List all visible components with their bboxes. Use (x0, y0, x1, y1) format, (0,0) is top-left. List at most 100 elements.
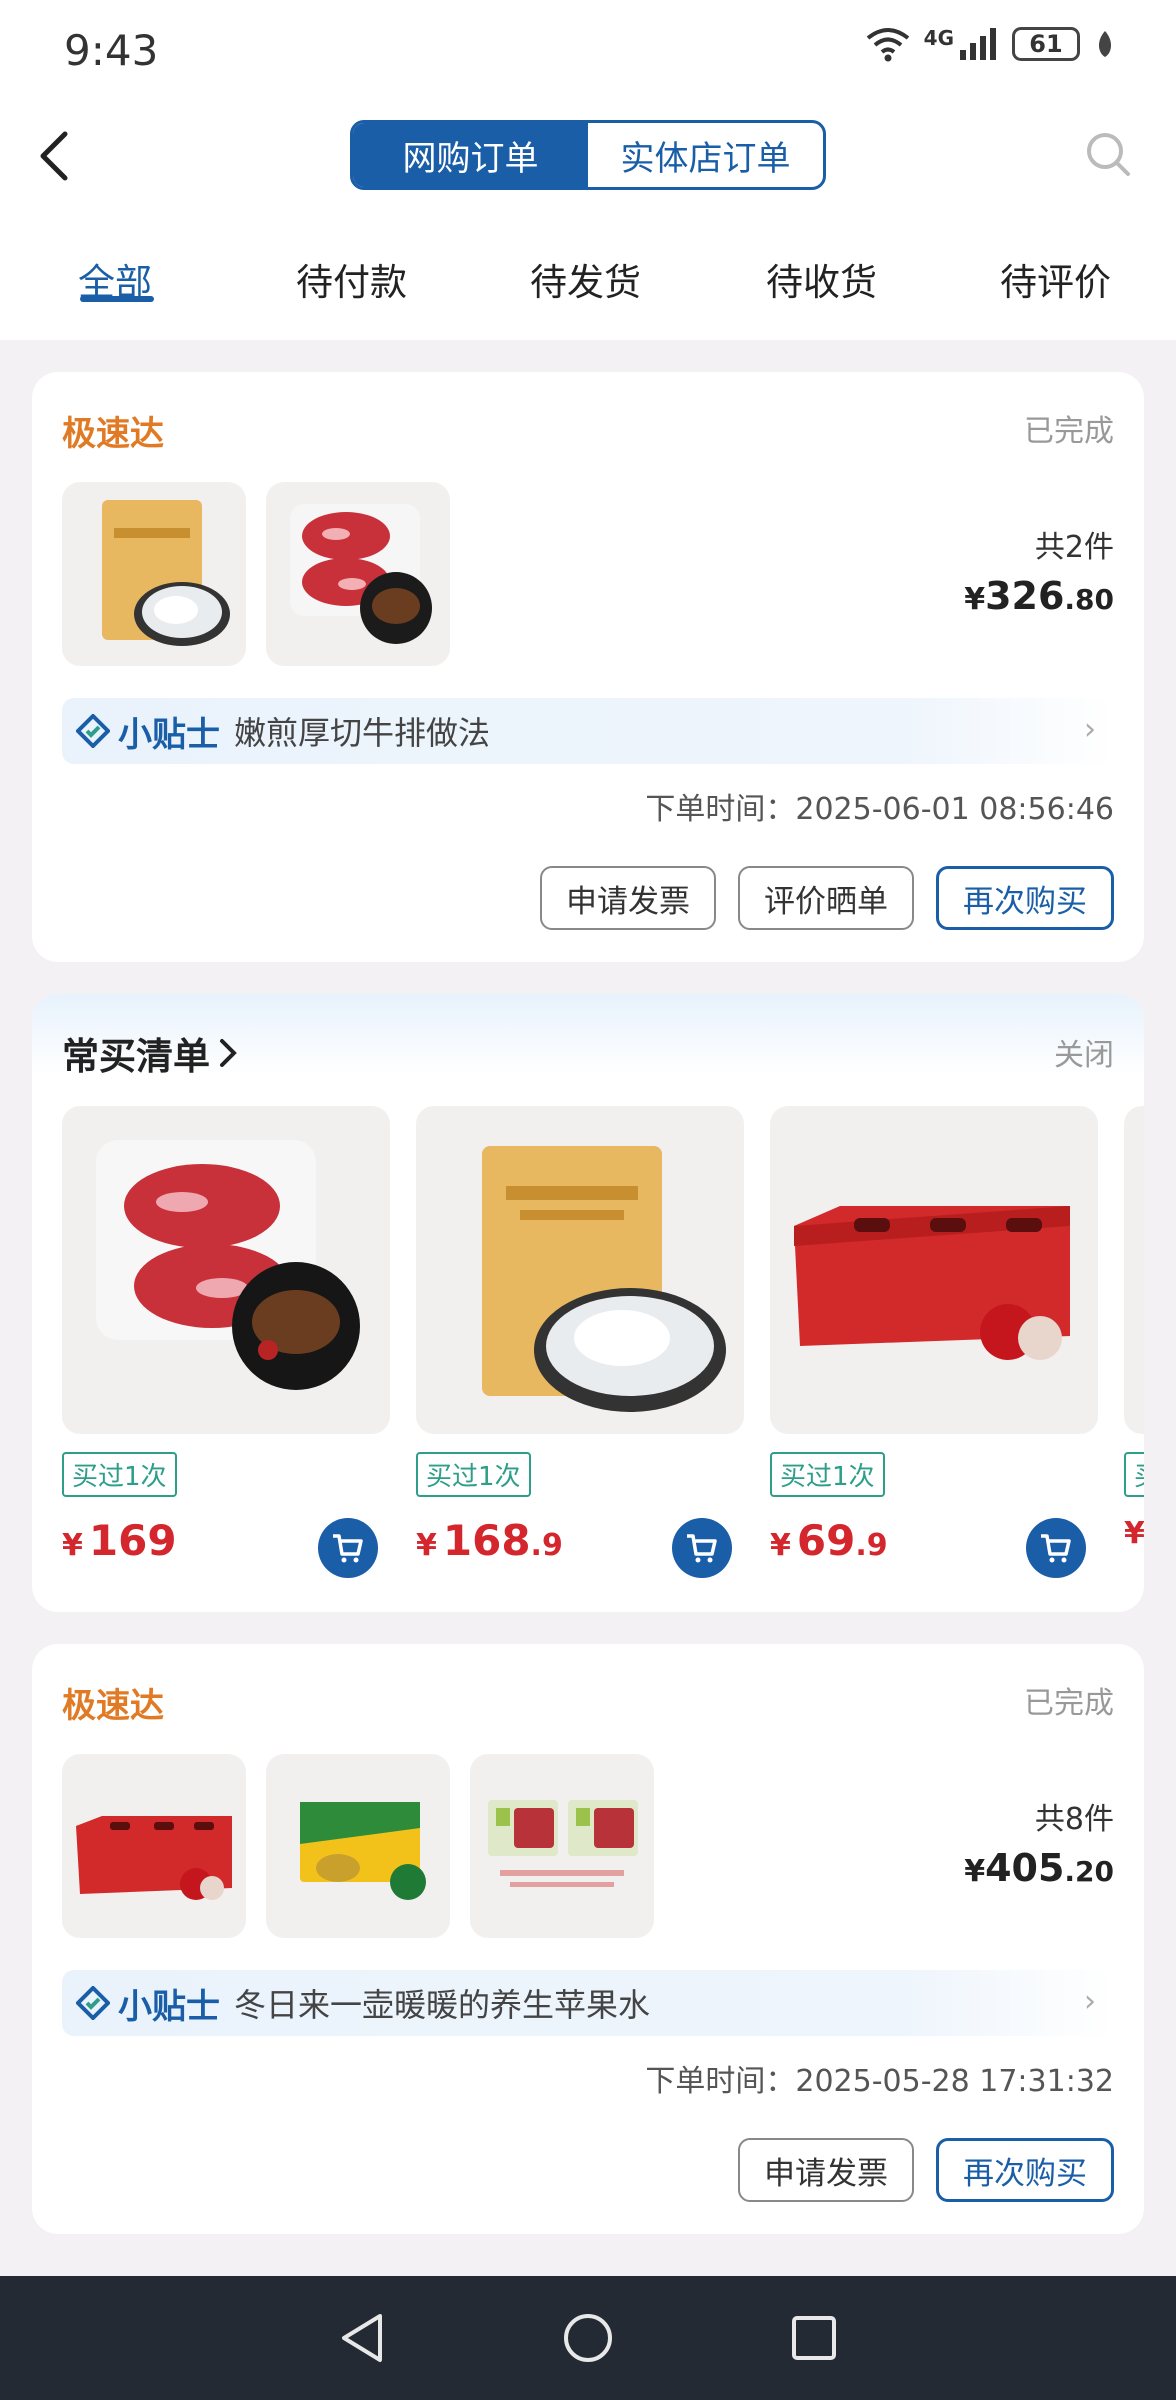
search-button[interactable] (1082, 128, 1136, 182)
frequent-item[interactable]: 买 ¥ (1124, 1106, 1144, 1586)
fish-image (482, 1146, 726, 1412)
order-total: ¥405.20 (964, 1846, 1114, 1890)
product-thumb-fish[interactable] (62, 482, 246, 666)
network-type: 4G (923, 26, 954, 50)
item-count: 共2件 (1034, 530, 1114, 565)
frequent-list-title[interactable]: 常买清单 (62, 1026, 238, 1080)
price-integer: 168 (442, 1516, 531, 1565)
tips-banner[interactable]: 小贴士 嫩煎厚切牛排做法 › (62, 698, 1114, 764)
bought-count-tag: 买过1次 (62, 1452, 177, 1497)
chevron-right-icon: › (1084, 712, 1096, 747)
item-price: ¥169 (62, 1516, 177, 1565)
nav-home-icon[interactable] (562, 2312, 614, 2364)
tips-logo: 小贴士 (76, 1979, 220, 2028)
product-image (1124, 1106, 1144, 1434)
signal-icon (960, 28, 996, 60)
tab-pending-review[interactable]: 待评价 (1000, 252, 1111, 306)
delivery-brand: 极速达 (62, 414, 164, 454)
apple-box-image (794, 1206, 1070, 1360)
product-image (770, 1106, 1098, 1434)
order-status: 已完成 (1024, 1686, 1114, 1721)
item-price: ¥69.9 (770, 1516, 888, 1565)
kiwi-box-image (300, 1802, 426, 1900)
segment-store-orders[interactable]: 实体店订单 (588, 123, 823, 187)
frequent-list-card: 常买清单 关闭 买过1次 ¥169 买过1次 ¥ 168.9 买过1次 ¥ 69… (32, 994, 1144, 1612)
buy-again-button[interactable]: 再次购买 (936, 866, 1114, 930)
nav-back-icon[interactable] (338, 2312, 386, 2364)
invoice-button[interactable]: 申请发票 (738, 2138, 914, 2202)
item-price: ¥168.9 (416, 1516, 563, 1565)
order-type-switch: 网购订单 实体店订单 (350, 120, 826, 190)
order-card[interactable]: 极速达 已完成 共8件 ¥405.20 小贴士 冬日来一壶暖暖的养生苹果水 › … (32, 1644, 1144, 2234)
search-icon (1087, 133, 1130, 176)
frequent-list-close[interactable]: 关闭 (1054, 1030, 1114, 1074)
frequent-list-title-text: 常买清单 (62, 1035, 210, 1078)
system-navigation-bar (0, 2276, 1176, 2400)
cart-icon (1041, 1534, 1071, 1563)
tab-pending-receipt[interactable]: 待收货 (766, 252, 877, 306)
status-time: 9:43 (64, 26, 159, 75)
price-currency: ¥ (62, 1528, 83, 1563)
order-time: 下单时间：2025-06-01 08:56:46 (645, 792, 1114, 827)
product-image (416, 1106, 744, 1434)
frequent-items-scroller[interactable]: 买过1次 ¥169 买过1次 ¥ 168.9 买过1次 ¥ 69.9 ¥ (32, 1106, 1144, 1586)
nav-recents-icon[interactable] (790, 2314, 838, 2362)
product-thumb-apples[interactable] (62, 1754, 246, 1938)
tab-pending-payment[interactable]: 待付款 (296, 252, 407, 306)
total-decimal: .20 (1064, 1855, 1114, 1888)
total-currency: ¥ (964, 1854, 986, 1889)
cart-icon (333, 1534, 363, 1563)
add-to-cart-button[interactable] (318, 1518, 378, 1578)
bought-count-tag: 买 (1124, 1452, 1144, 1497)
frequent-item[interactable]: 买过1次 ¥169 (62, 1106, 390, 1586)
review-button[interactable]: 评价晒单 (738, 866, 914, 930)
total-decimal: .80 (1064, 583, 1114, 616)
tips-banner[interactable]: 小贴士 冬日来一壶暖暖的养生苹果水 › (62, 1970, 1114, 2036)
add-to-cart-button[interactable] (672, 1518, 732, 1578)
total-integer: 326 (985, 574, 1065, 618)
steak-image (96, 1140, 360, 1390)
tips-text: 冬日来一壶暖暖的养生苹果水 (234, 1986, 651, 2024)
meat-pack-image (488, 1800, 638, 1887)
bought-count-tag: 买过1次 (416, 1452, 531, 1497)
order-time: 下单时间：2025-05-28 17:31:32 (645, 2064, 1114, 2099)
order-actions: 申请发票 评价晒单 再次购买 (540, 866, 1114, 930)
frequent-item[interactable]: 买过1次 ¥168.9 (416, 1106, 744, 1586)
total-integer: 405 (985, 1846, 1065, 1890)
status-icons: 4G 61 (866, 26, 1116, 62)
product-image (62, 1106, 390, 1434)
add-to-cart-button[interactable] (1026, 1518, 1086, 1578)
product-thumb-kiwi[interactable] (266, 1754, 450, 1938)
segment-online-orders[interactable]: 网购订单 (353, 123, 588, 187)
status-bar: 9:43 4G 61 (0, 0, 1176, 100)
tips-text: 嫩煎厚切牛排做法 (234, 714, 491, 752)
item-price: ¥ (1124, 1516, 1144, 1551)
item-count: 共8件 (1034, 1802, 1114, 1837)
chevron-left-icon (40, 131, 68, 181)
tips-label: 小贴士 (118, 1986, 220, 2027)
delivery-brand: 极速达 (62, 1686, 164, 1726)
order-header: 网购订单 实体店订单 全部 待付款 待发货 待收货 待评价 (0, 100, 1176, 340)
price-integer: 69 (796, 1516, 856, 1565)
order-card[interactable]: 极速达 已完成 共2件 ¥326.80 小贴士 嫩煎厚切牛排做法 › 下单时间：… (32, 372, 1144, 962)
tab-pending-shipment[interactable]: 待发货 (530, 252, 641, 306)
chevron-right-icon (220, 1039, 237, 1067)
price-decimal: .9 (855, 1528, 888, 1563)
order-actions: 申请发票 再次购买 (738, 2138, 1114, 2202)
steak-product-image (290, 504, 432, 644)
buy-again-button[interactable]: 再次购买 (936, 2138, 1114, 2202)
wifi-icon (866, 28, 909, 62)
order-total: ¥326.80 (964, 574, 1114, 618)
invoice-button[interactable]: 申请发票 (540, 866, 716, 930)
tips-diamond-icon (76, 1986, 110, 2020)
price-integer: 169 (88, 1516, 177, 1565)
price-currency: ¥ (770, 1528, 791, 1563)
bought-count-tag: 买过1次 (770, 1452, 885, 1497)
product-thumb-meat[interactable] (470, 1754, 654, 1938)
product-thumb-steak[interactable] (266, 482, 450, 666)
back-button[interactable] (24, 126, 84, 186)
chevron-right-icon: › (1084, 1984, 1096, 2019)
frequent-item[interactable]: 买过1次 ¥69.9 (770, 1106, 1098, 1586)
battery-icon: 61 (1012, 27, 1080, 61)
tips-diamond-icon (76, 714, 110, 748)
